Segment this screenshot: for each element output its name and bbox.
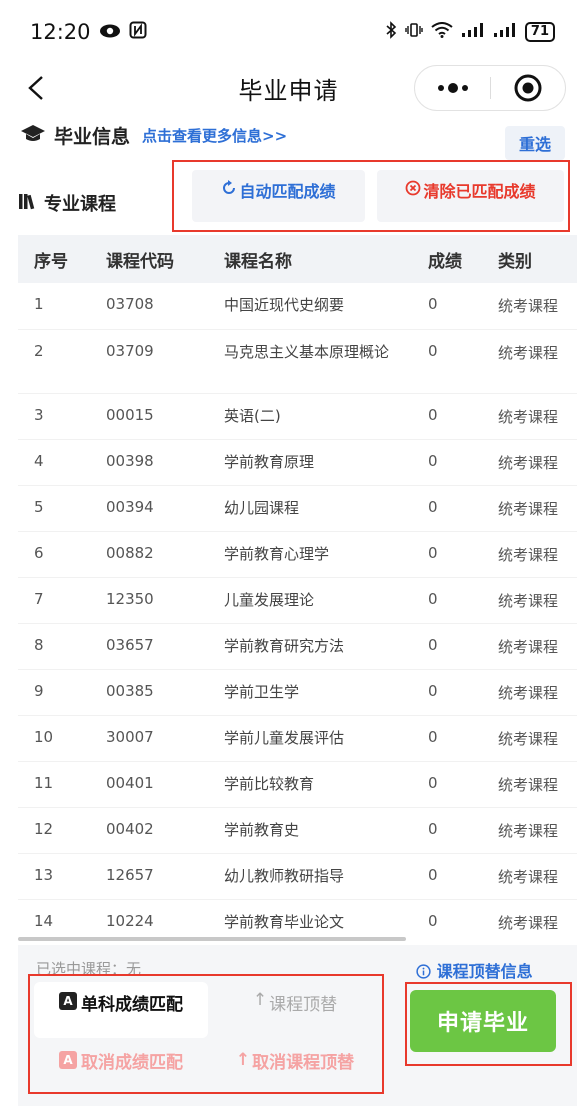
course-table-wrap[interactable]: 序号 课程代码 课程名称 成绩 类别 1 03708 中国近现代史纲要 0 统考课程 2… xyxy=(18,235,577,935)
bluetooth-icon xyxy=(385,21,397,43)
signal-icon xyxy=(461,22,485,42)
course-section-header: 专业课程 xyxy=(18,190,116,216)
nav-bar: 毕业申请 xyxy=(0,64,577,112)
table-row[interactable]: 13 12657 幼儿教师教研指导 0 统考课程 xyxy=(18,853,577,900)
vibrate-icon xyxy=(405,22,423,42)
signal-icon xyxy=(493,22,517,42)
table-row[interactable]: 4 00398 学前教育原理 0 统考课程 xyxy=(18,439,577,486)
close-button[interactable] xyxy=(491,73,565,103)
more-info-link[interactable]: 点击查看更多信息>> xyxy=(142,125,287,146)
table-row[interactable]: 9 00385 学前卫生学 0 统考课程 xyxy=(18,669,577,716)
status-bar: 12:20 71 xyxy=(0,0,577,64)
replace-info-label: 课程顶替信息 xyxy=(436,962,533,981)
highlight-box xyxy=(28,974,384,1094)
target-icon xyxy=(514,74,542,102)
highlight-box xyxy=(405,982,572,1066)
table-row[interactable]: 2 03709 马克思主义基本原理概论 0 统考课程 xyxy=(18,329,577,394)
table-row[interactable]: 5 00394 幼儿园课程 0 统考课程 xyxy=(18,485,577,532)
column-header: 序号 xyxy=(18,235,90,283)
column-header: 类别 xyxy=(482,235,577,283)
table-row[interactable]: 11 00401 学前比较教育 0 统考课程 xyxy=(18,761,577,808)
highlight-box xyxy=(172,160,570,232)
books-icon xyxy=(18,192,38,214)
wifi-icon xyxy=(431,22,453,42)
eye-icon xyxy=(99,20,121,44)
miniprogram-capsule xyxy=(414,65,566,111)
table-header-row: 序号 课程代码 课程名称 成绩 类别 xyxy=(18,235,577,283)
graduation-info-row: 毕业信息 点击查看更多信息>> xyxy=(20,118,287,152)
more-dot-icon xyxy=(447,83,458,93)
status-time: 12:20 xyxy=(30,20,91,44)
chevron-left-icon xyxy=(28,76,43,100)
course-table: 序号 课程代码 课程名称 成绩 类别 1 03708 中国近现代史纲要 0 统考课程 2… xyxy=(18,235,577,935)
nfc-icon xyxy=(129,20,147,44)
table-row[interactable]: 14 10224 学前教育毕业论文 0 统考课程 xyxy=(18,899,577,935)
back-button[interactable] xyxy=(18,70,54,106)
more-dot-icon xyxy=(437,85,444,91)
table-row[interactable]: 8 03657 学前教育研究方法 0 统考课程 xyxy=(18,623,577,670)
table-row[interactable]: 12 00402 学前教育史 0 统考课程 xyxy=(18,807,577,854)
column-header: 课程代码 xyxy=(90,235,208,283)
graduation-cap-icon xyxy=(20,123,46,147)
table-row[interactable]: 1 03708 中国近现代史纲要 0 统考课程 xyxy=(18,283,577,330)
page-title: 毕业申请 xyxy=(238,76,339,105)
course-section-title: 专业课程 xyxy=(44,194,116,215)
table-row[interactable]: 3 00015 英语(二) 0 统考课程 xyxy=(18,393,577,440)
column-header: 课程名称 xyxy=(208,235,412,283)
reselect-button[interactable]: 重选 xyxy=(505,126,565,160)
battery-icon: 71 xyxy=(524,22,555,42)
table-row[interactable]: 10 30007 学前儿童发展评估 0 统考课程 xyxy=(18,715,577,762)
column-header: 成绩 xyxy=(412,235,482,283)
graduation-info-title: 毕业信息 xyxy=(54,125,131,148)
horizontal-scrollbar[interactable] xyxy=(18,937,406,941)
more-button[interactable] xyxy=(415,83,490,93)
more-dot-icon xyxy=(461,85,468,91)
info-icon xyxy=(416,962,437,981)
table-row[interactable]: 6 00882 学前教育心理学 0 统考课程 xyxy=(18,531,577,578)
table-row[interactable]: 7 12350 儿童发展理论 0 统考课程 xyxy=(18,577,577,624)
replace-info-link[interactable]: 课程顶替信息 xyxy=(416,958,533,982)
